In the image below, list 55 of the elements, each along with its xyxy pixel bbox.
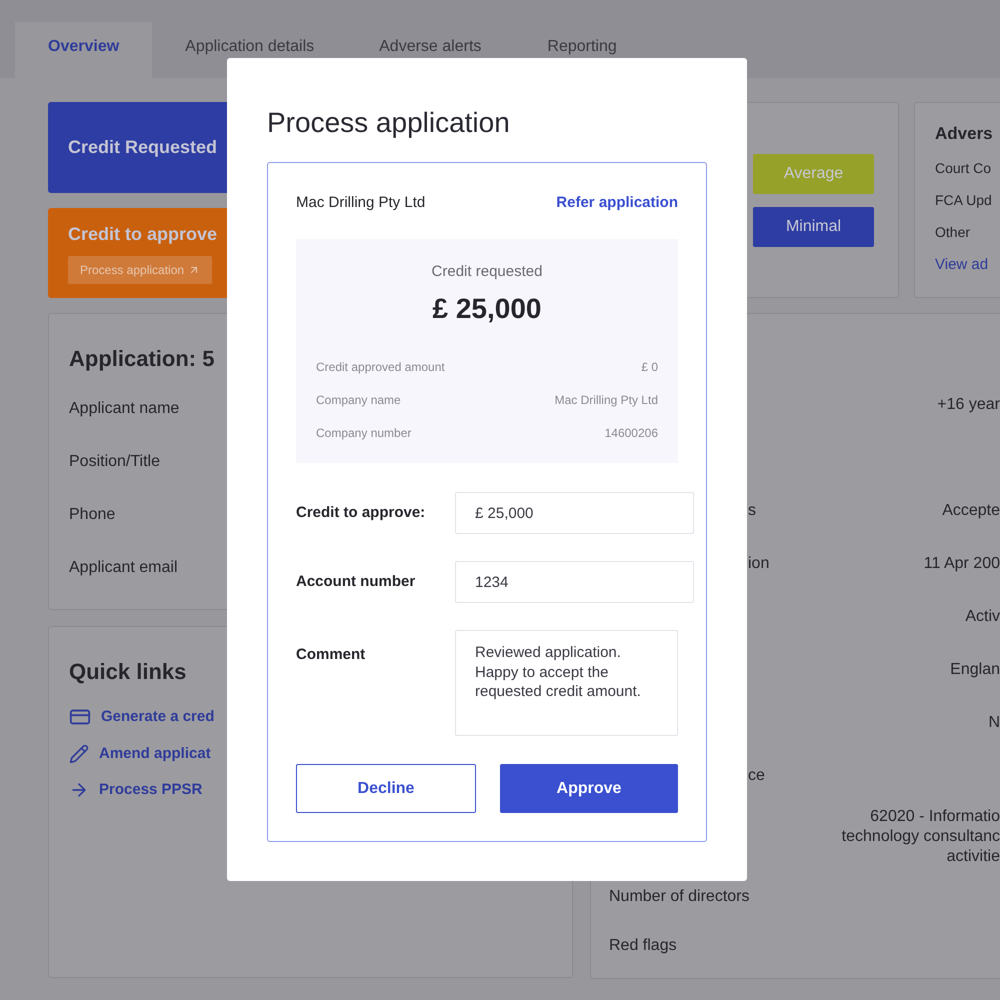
summary-caption: Credit requested xyxy=(430,262,544,282)
field-value: Activ xyxy=(965,606,1000,626)
field-label: Number of directors xyxy=(609,886,750,906)
summary-value: £ 0 xyxy=(641,358,658,376)
field-label: Phone xyxy=(69,506,116,523)
adverse-item: Other xyxy=(935,222,970,242)
adverse-item: Court Co xyxy=(935,158,992,178)
process-application-button[interactable]: Process application xyxy=(68,256,212,284)
tab[interactable]: Adverse alerts xyxy=(346,22,514,78)
card-title: Advers xyxy=(935,123,993,145)
pencil-icon xyxy=(69,744,89,764)
field-label: Applicant email xyxy=(69,559,178,576)
summary-label: Company number xyxy=(316,424,412,442)
tab[interactable]: Reporting xyxy=(514,22,650,78)
field-label: ion xyxy=(748,554,770,572)
summary-label: Company name xyxy=(316,392,401,408)
risk-badge: Average xyxy=(753,154,874,194)
summary-label: Credit approved amount xyxy=(316,358,445,376)
refer-application-link[interactable]: Refer application xyxy=(556,192,678,214)
field-value: Accepte xyxy=(942,500,1000,520)
field-label: ce xyxy=(748,766,765,784)
quick-link[interactable]: Generate a cred xyxy=(101,706,214,728)
approve-button[interactable]: Approve xyxy=(500,764,678,813)
summary-value: Mac Drilling Pty Ltd xyxy=(554,392,658,408)
tab[interactable]: Overview xyxy=(15,22,152,78)
field-value: 62020 - Informatio technology consultanc activitie xyxy=(842,807,1000,867)
field-label: Red flags xyxy=(609,936,677,956)
adverse-item: FCA Upd xyxy=(935,190,992,210)
quick-link[interactable]: Process PPSR xyxy=(99,779,202,802)
text-field[interactable]: 1234 xyxy=(455,561,694,603)
field-value: +16 year xyxy=(937,394,1000,414)
field-value: 11 Apr 200 xyxy=(924,554,1000,574)
view-link[interactable]: View ad xyxy=(935,254,988,276)
tab[interactable]: Application details xyxy=(152,22,346,78)
card-title: Credit to approve xyxy=(68,223,218,246)
dialog-title: Process application xyxy=(267,106,511,140)
risk-badge: Minimal xyxy=(753,206,874,246)
field-label: Position/Title xyxy=(69,453,160,470)
field-label: Credit to approve: xyxy=(296,502,426,523)
comment-field[interactable]: Reviewed application. Happy to accept the requested credit amount. xyxy=(455,630,678,736)
credit-amount: £ 25,000 xyxy=(432,292,542,326)
field-value: Englan xyxy=(950,660,1000,680)
field-label: Applicant name xyxy=(69,400,180,417)
text-field[interactable]: £ 25,000 xyxy=(455,492,694,534)
field-label: Comment xyxy=(296,645,366,665)
card-title: Quick links xyxy=(69,658,186,686)
field-value: N xyxy=(988,712,1000,732)
field-label: s xyxy=(748,502,756,518)
card-title: Credit Requested xyxy=(68,136,218,159)
card-title: Application: 5 xyxy=(69,345,214,373)
quick-link[interactable]: Amend applicat xyxy=(99,742,211,765)
summary-value: 14600206 xyxy=(604,424,658,442)
decline-button[interactable]: Decline xyxy=(296,764,476,813)
field-label: Account number xyxy=(296,572,416,592)
company-name: Mac Drilling Pty Ltd xyxy=(296,192,426,213)
